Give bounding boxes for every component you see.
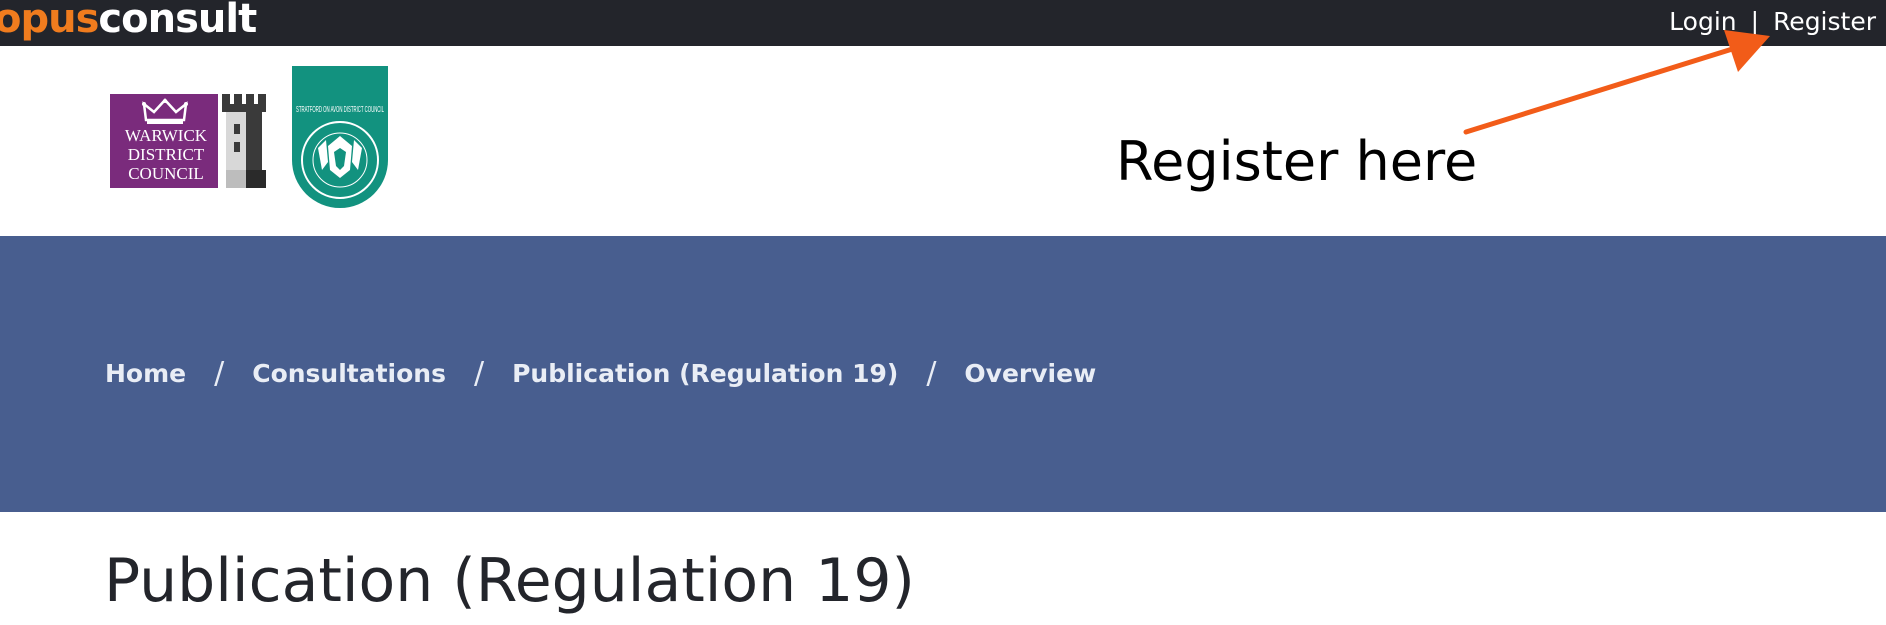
breadcrumb: Home / Consultations / Publication (Regu… [105, 356, 1096, 391]
breadcrumb-consultations[interactable]: Consultations [252, 359, 446, 388]
breadcrumb-publication[interactable]: Publication (Regulation 19) [512, 359, 898, 388]
warwick-logo-text: WARWICK DISTRICT COUNCIL [124, 126, 208, 183]
register-link[interactable]: Register [1773, 7, 1876, 36]
opusconsult-logo[interactable]: opusconsult [0, 0, 257, 42]
breadcrumb-separator: / [214, 356, 225, 391]
breadcrumb-overview: Overview [964, 359, 1097, 388]
crown-icon [142, 98, 188, 124]
register-annotation-label: Register here [1116, 130, 1478, 193]
brand-prefix: opus [0, 0, 99, 42]
castle-tower-icon [222, 94, 266, 188]
page-title: Publication (Regulation 19) [104, 546, 915, 616]
warwick-district-council-logo[interactable]: WARWICK DISTRICT COUNCIL [110, 94, 268, 188]
stratford-logo-text: STRATFORD ON AVON DISTRICT COUNCIL [296, 105, 384, 114]
login-link[interactable]: Login [1669, 7, 1736, 36]
breadcrumb-separator: / [926, 356, 937, 391]
top-navigation-bar: opusconsult Login | Register [0, 0, 1886, 46]
council-logos: WARWICK DISTRICT COUNCIL STRATFORD ON AV [110, 66, 390, 208]
auth-links: Login | Register [1669, 0, 1876, 42]
breadcrumb-home[interactable]: Home [105, 359, 186, 388]
warwick-logo-panel: WARWICK DISTRICT COUNCIL [110, 94, 218, 188]
auth-separator: | [1750, 6, 1760, 36]
breadcrumb-separator: / [473, 356, 485, 391]
brand-suffix: consult [98, 0, 257, 42]
stratford-on-avon-district-council-logo[interactable]: STRATFORD ON AVON DISTRICT COUNCIL [292, 66, 388, 208]
